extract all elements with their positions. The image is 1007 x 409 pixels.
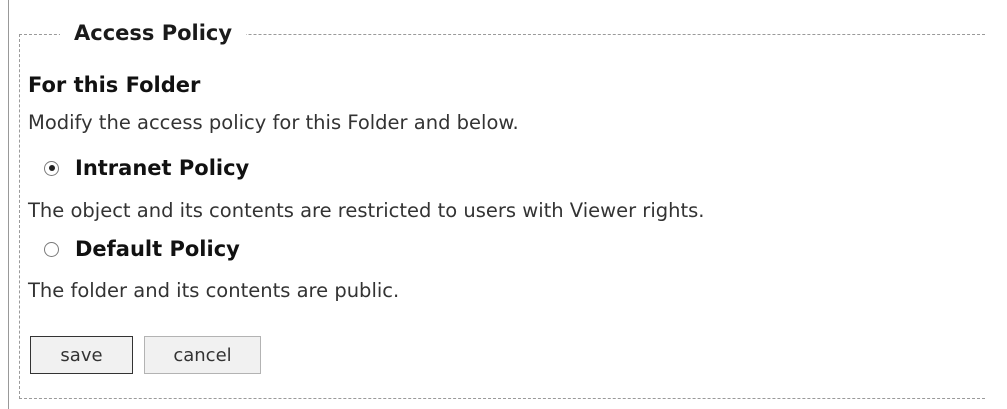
outer-frame-line (8, 0, 9, 409)
intranet-policy-radio[interactable] (44, 160, 59, 176)
default-policy-label: Default Policy (75, 237, 240, 261)
intro-text: Modify the access policy for this Folder… (28, 111, 519, 134)
intranet-policy-option[interactable]: Intranet Policy (44, 151, 249, 185)
save-button[interactable]: save (30, 336, 133, 374)
intranet-policy-description: The object and its contents are restrict… (28, 199, 705, 222)
default-policy-radio[interactable] (44, 241, 59, 257)
cancel-button[interactable]: cancel (144, 336, 261, 374)
default-policy-option[interactable]: Default Policy (44, 232, 240, 266)
fieldset-legend: Access Policy (60, 16, 247, 50)
default-policy-description: The folder and its contents are public. (28, 279, 400, 302)
form-buttons: save cancel (30, 336, 261, 374)
section-heading: For this Folder (28, 73, 201, 97)
intranet-policy-label: Intranet Policy (75, 156, 250, 180)
